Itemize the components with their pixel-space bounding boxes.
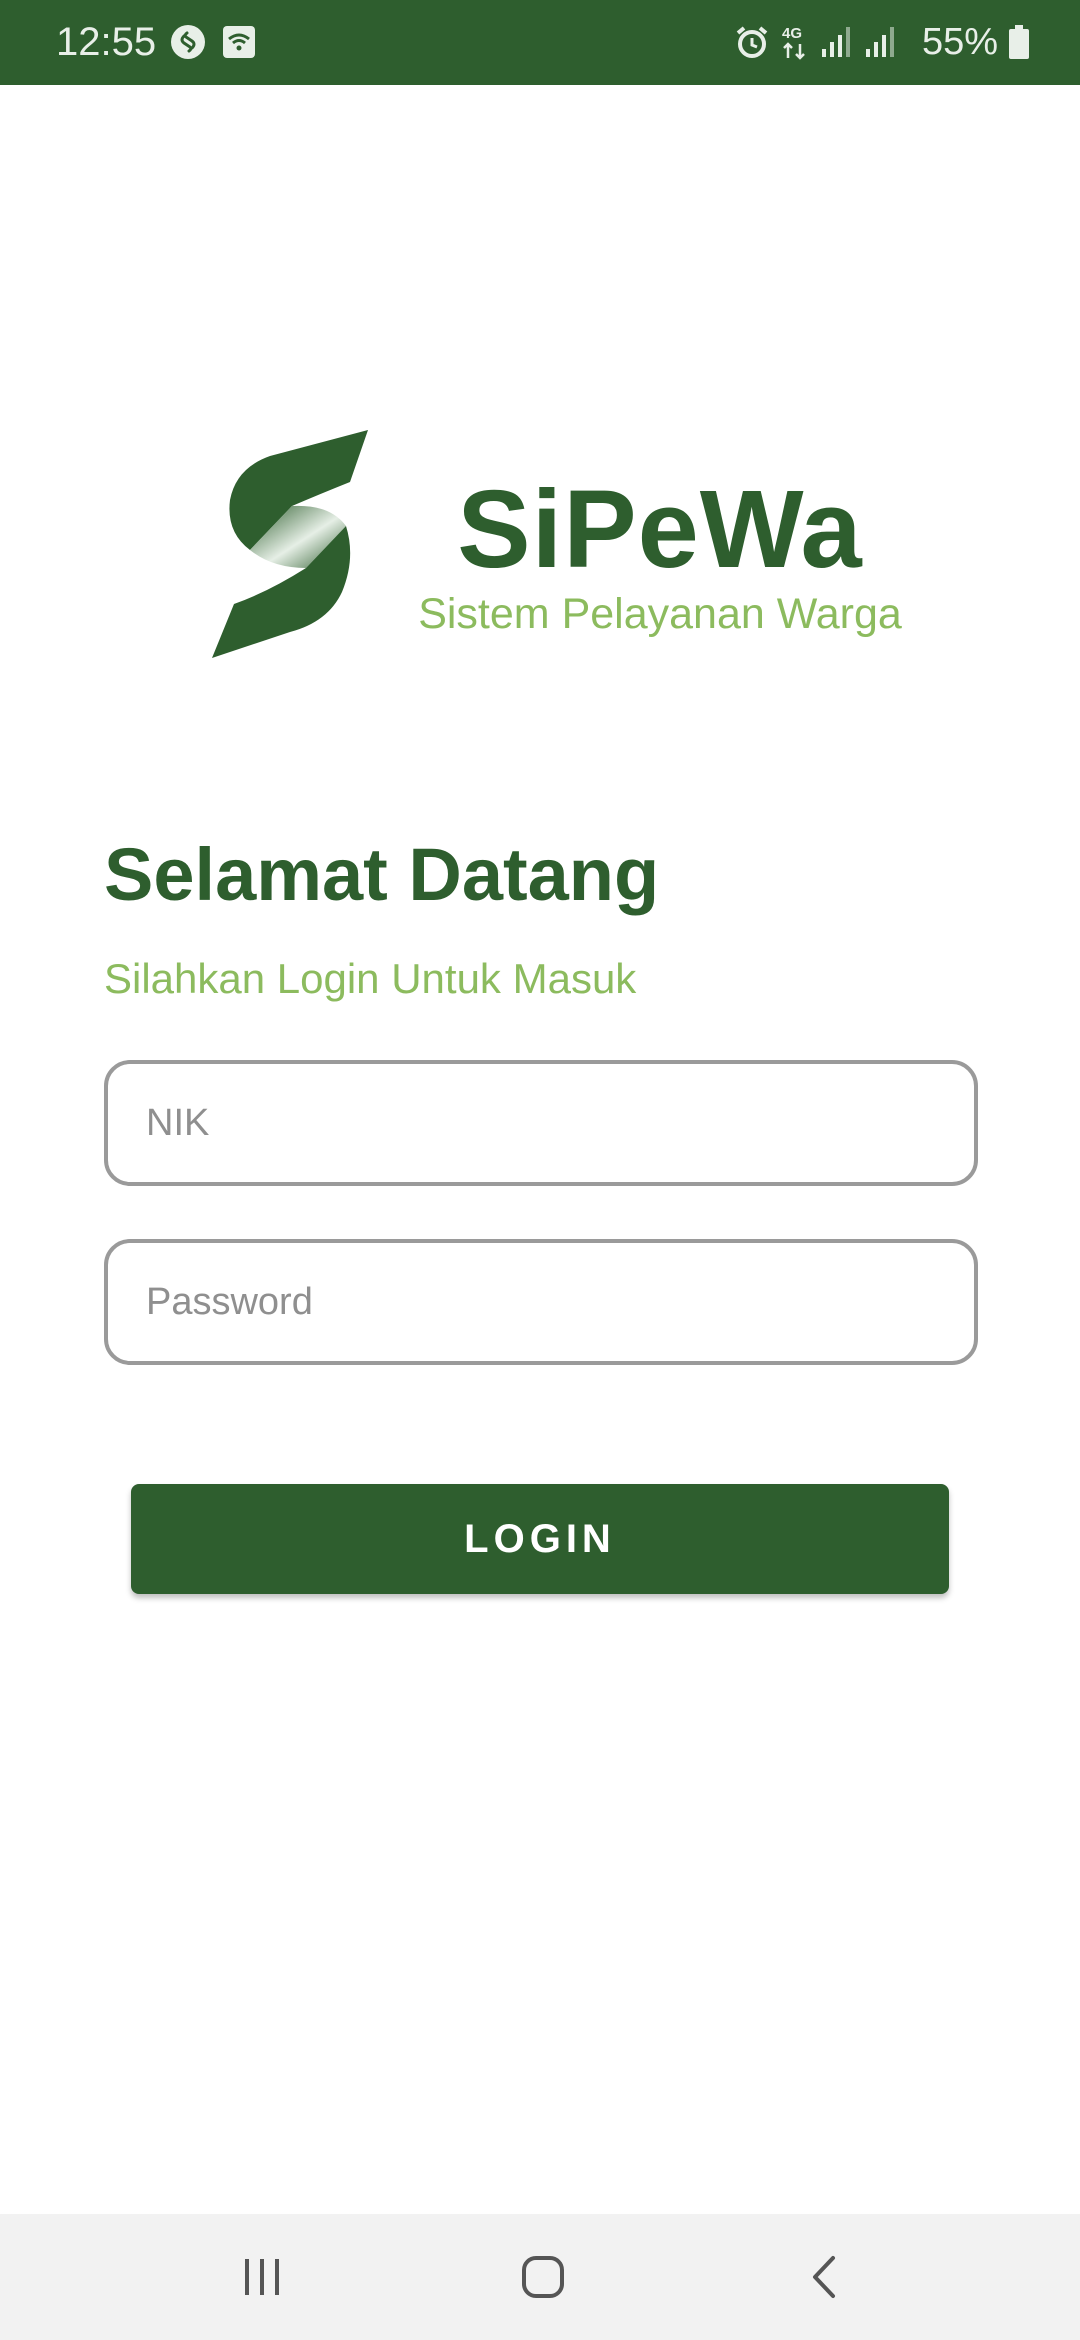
brand-subtitle: Sistem Pelayanan Warga [418,590,902,638]
back-button[interactable] [785,2242,865,2312]
status-bar: 12:55 4G 55% [0,0,1080,85]
alarm-icon [734,24,770,60]
welcome-subtitle: Silahkan Login Untuk Masuk [104,955,637,1002]
nik-field-container [104,1060,978,1186]
welcome-title: Selamat Datang [104,833,660,916]
svg-text:4G: 4G [782,25,802,42]
status-time: 12:55 [56,20,157,64]
battery-percentage: 55% [921,21,998,63]
nik-input[interactable] [108,1064,974,1182]
network-4g-icon: 4G [780,22,810,62]
recents-icon [240,2255,284,2299]
home-icon [520,2254,566,2300]
status-left-icons [170,22,256,62]
status-right-icons: 4G 55% [734,18,1030,66]
shazam-icon [170,24,206,60]
brand-title: SiPeWa [457,468,863,591]
home-button[interactable] [503,2242,583,2312]
navigation-bar [0,2214,1080,2340]
battery-icon [1008,24,1030,60]
recents-button[interactable] [222,2242,302,2312]
back-icon [805,2254,845,2300]
app-logo-icon [210,428,370,660]
signal-icon [820,25,854,59]
login-button[interactable]: LOGIN [131,1484,949,1594]
password-input[interactable] [108,1243,974,1361]
wifi-hotspot-icon [222,25,256,59]
login-screen: 12:55 4G 55% SiPeWa Sistem Pelayanan War… [0,0,1080,2340]
signal-icon [864,25,898,59]
password-field-container [104,1239,978,1365]
